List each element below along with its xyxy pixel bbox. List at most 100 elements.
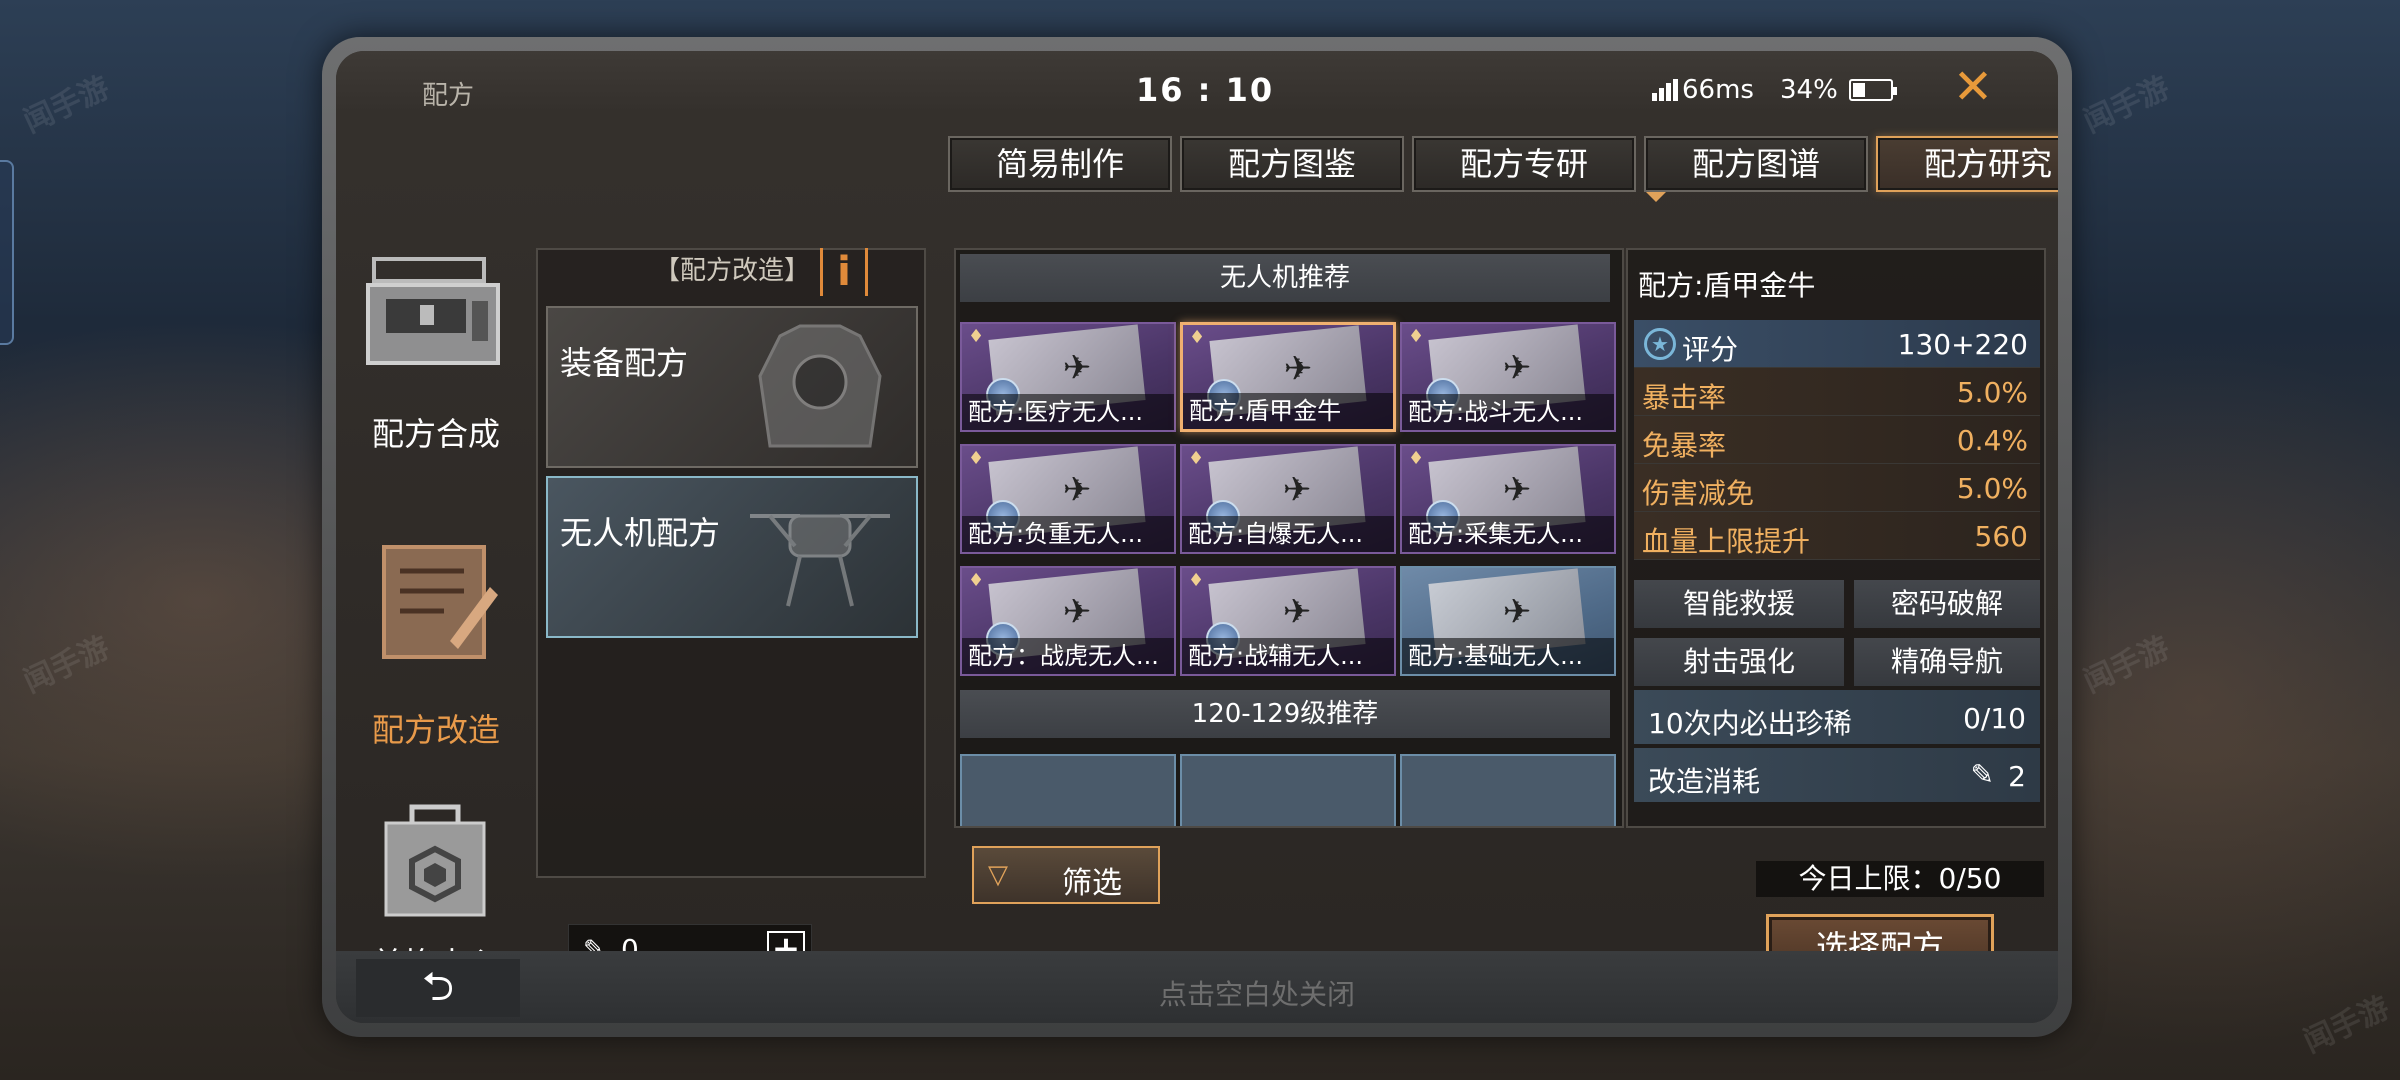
recipe-item[interactable]: ♦ ✈ 配方:自爆无人... <box>1180 444 1396 554</box>
star-icon: ★ <box>1644 328 1676 360</box>
drone-icon: ✈ <box>1282 470 1312 510</box>
gem-icon: ♦ <box>1408 326 1425 347</box>
gem-icon: ♦ <box>968 448 985 469</box>
detail-title: 配方:盾甲金牛 <box>1638 269 1816 302</box>
gem-icon: ♦ <box>968 570 985 591</box>
recipe-item[interactable]: ✈ 配方:基础无人... <box>1400 566 1616 676</box>
shopping-bag-icon <box>364 797 506 919</box>
section-header-drone: 无人机推荐 <box>960 254 1610 302</box>
tab-simple-craft[interactable]: 简易制作 <box>948 136 1172 192</box>
battery-fill <box>1853 83 1866 97</box>
item-label: 配方:盾甲金牛 <box>1183 393 1393 429</box>
skill-tag: 密码破解 <box>1854 580 2040 628</box>
guarantee-label: 10次内必出珍稀 <box>1648 707 1852 740</box>
item-label: 配方:战斗无人... <box>1402 394 1614 430</box>
item-label: 配方:负重无人... <box>962 516 1174 552</box>
recipe-grid-panel: 无人机推荐 ♦ ✈ 配方:医疗无人... ♦ ✈ 配方:盾甲金牛 ♦ ✈ 配方:… <box>954 248 1624 828</box>
score-label: 评分 <box>1682 333 1739 366</box>
item-label: 配方：战虎无人... <box>962 638 1174 674</box>
guarantee-row: 10次内必出珍稀 0/10 <box>1634 690 2040 744</box>
card-label: 无人机配方 <box>560 514 721 552</box>
cost-row: 改造消耗 ✎ 2 <box>1634 748 2040 802</box>
device-frame: 配方 16 : 10 66ms 34% ✕ 简易制作 配方图鉴 配方专研 配方图… <box>322 37 2072 1037</box>
stat-label: 免暴率 <box>1642 429 1727 462</box>
daily-limit: 今日上限：0/50 <box>1756 861 2044 897</box>
recipe-item-partial[interactable] <box>960 754 1176 826</box>
filter-chevron-icon: ▽ <box>988 860 1008 890</box>
card-equipment-recipe[interactable]: 装备配方 <box>546 306 918 468</box>
tab-recipe-research[interactable]: 配方研究 <box>1876 136 2058 192</box>
filter-button[interactable]: ▽ 筛选 <box>972 846 1160 904</box>
close-icon[interactable]: ✕ <box>1948 63 1998 113</box>
pen-icon: ✎ <box>1970 758 1994 791</box>
blueprint-pen-icon <box>364 541 506 663</box>
recipe-item[interactable]: ♦ ✈ 配方:战辅无人... <box>1180 566 1396 676</box>
item-label: 配方:基础无人... <box>1402 638 1614 674</box>
stat-row: 暴击率 5.0% <box>1634 368 2040 416</box>
edge-tab[interactable] <box>0 160 14 345</box>
recipe-detail-panel: 配方:盾甲金牛 ★ 评分 130+220 暴击率 5.0% 免暴率 0.4% 伤… <box>1626 248 2046 828</box>
nav-item-recipe-synthesis[interactable]: 配方合成 <box>336 211 536 453</box>
drone-icon: ✈ <box>1283 349 1313 389</box>
armor-vest-icon <box>740 316 900 456</box>
stat-label: 暴击率 <box>1642 381 1727 414</box>
stat-row: 免暴率 0.4% <box>1634 416 2040 464</box>
left-nav: 配方合成 配方改造 兑换中心 <box>336 211 536 991</box>
recipe-item-partial[interactable] <box>1180 754 1396 826</box>
clock: 16 : 10 <box>1136 71 1275 109</box>
card-drone-recipe[interactable]: 无人机配方 <box>546 476 918 638</box>
item-label: 配方:医疗无人... <box>962 394 1174 430</box>
watermark-1: 闻手游 <box>18 70 115 141</box>
nav-label: 配方改造 <box>371 711 500 749</box>
signal-icon <box>1652 79 1682 101</box>
recipe-item-partial[interactable] <box>1400 754 1616 826</box>
drone-icon: ✈ <box>1502 348 1532 388</box>
drone-icon <box>740 486 900 626</box>
nav-item-recipe-modify[interactable]: 配方改造 <box>336 511 536 749</box>
filter-label: 筛选 <box>1062 866 1122 901</box>
active-tab-indicator <box>1646 192 1666 202</box>
stat-value: 0.4% <box>1956 424 2028 457</box>
stat-label: 血量上限提升 <box>1642 525 1811 558</box>
recipe-item[interactable]: ♦ ✈ 配方：战虎无人... <box>960 566 1176 676</box>
stat-label: 伤害减免 <box>1642 477 1755 510</box>
watermark-4: 闻手游 <box>2078 630 2175 701</box>
battery-percent: 34% <box>1780 75 1838 105</box>
recipe-item[interactable]: ♦ ✈ 配方:战斗无人... <box>1400 322 1616 432</box>
item-label: 配方:战辅无人... <box>1182 638 1394 674</box>
score-row: ★ 评分 130+220 <box>1634 320 2040 368</box>
tab-recipe-catalog[interactable]: 配方图鉴 <box>1180 136 1404 192</box>
skill-tag: 射击强化 <box>1634 638 1844 686</box>
stat-value: 5.0% <box>1956 376 2028 409</box>
ping-readout: 66ms <box>1682 75 1754 105</box>
close-hint: 点击空白处关闭 <box>1158 978 1355 1011</box>
gem-icon: ♦ <box>968 326 985 347</box>
status-header: 配方 16 : 10 66ms 34% ✕ <box>336 51 2058 113</box>
recipe-item[interactable]: ♦ ✈ 配方:负重无人... <box>960 444 1176 554</box>
watermark-3: 闻手游 <box>2078 70 2175 141</box>
drone-icon: ✈ <box>1502 592 1532 632</box>
battery-icon <box>1849 79 1897 101</box>
stat-row: 伤害减免 5.0% <box>1634 464 2040 512</box>
item-label: 配方:采集无人... <box>1402 516 1614 552</box>
gem-icon: ♦ <box>1189 327 1206 348</box>
watermark-2: 闻手游 <box>18 630 115 701</box>
drone-icon: ✈ <box>1062 348 1092 388</box>
gem-icon: ♦ <box>1188 448 1205 469</box>
guarantee-value: 0/10 <box>1963 702 2026 735</box>
recipe-item[interactable]: ♦ ✈ 配方:医疗无人... <box>960 322 1176 432</box>
tab-recipe-study[interactable]: 配方专研 <box>1412 136 1636 192</box>
footer-bar[interactable]: ⮌ 点击空白处关闭 <box>336 951 2058 1023</box>
gem-icon: ♦ <box>1188 570 1205 591</box>
info-icon[interactable]: i <box>820 248 868 296</box>
nav-label: 配方合成 <box>371 415 500 453</box>
recipe-item[interactable]: ♦ ✈ 配方:盾甲金牛 <box>1180 322 1396 432</box>
item-label: 配方:自爆无人... <box>1182 516 1394 552</box>
tab-recipe-atlas[interactable]: 配方图谱 <box>1644 136 1868 192</box>
recipe-type-panel: 【配方改造】 i 装备配方 无人机配方 <box>536 248 926 878</box>
tab-bar: 简易制作 配方图鉴 配方专研 配方图谱 配方研究 <box>948 136 2058 192</box>
gem-icon: ♦ <box>1408 448 1425 469</box>
recipe-item[interactable]: ♦ ✈ 配方:采集无人... <box>1400 444 1616 554</box>
drone-icon: ✈ <box>1062 470 1092 510</box>
section-header-level: 120-129级推荐 <box>960 690 1610 738</box>
